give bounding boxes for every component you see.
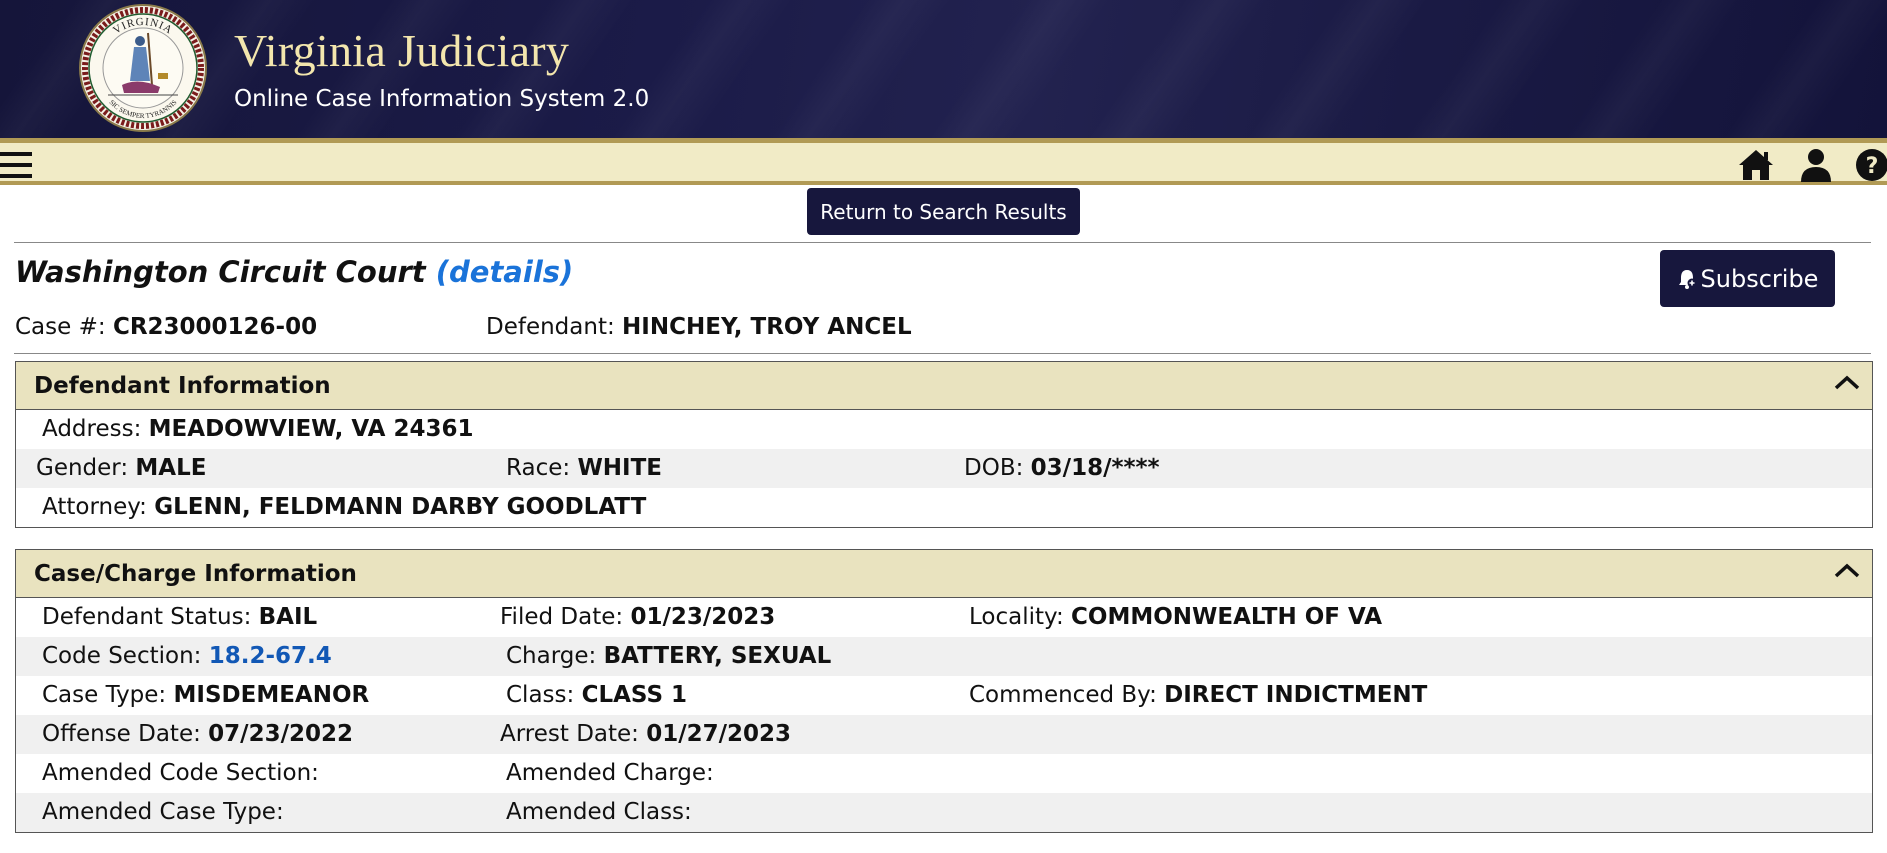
return-button-wrap: Return to Search Results	[0, 188, 1887, 235]
user-icon[interactable]	[1796, 147, 1836, 183]
amended-code-section-field: Amended Code Section:	[42, 760, 319, 786]
site-title: Virginia Judiciary	[234, 25, 570, 76]
info-row: Offense Date: 07/23/2022 Arrest Date: 01…	[16, 715, 1872, 754]
commenced-by-field: Commenced By: DIRECT INDICTMENT	[969, 682, 1427, 708]
attorney-label: Attorney:	[42, 494, 147, 520]
case-charge-information-panel: Case/Charge Information Defendant Status…	[15, 549, 1873, 833]
race-field: Race: WHITE	[506, 455, 662, 481]
race-label: Race:	[506, 455, 571, 481]
defendant-name-field: Defendant: HINCHEY, TROY ANCEL	[486, 314, 912, 340]
amended-code-section-label: Amended Code Section:	[42, 760, 319, 786]
chevron-up-icon[interactable]	[1832, 560, 1862, 582]
charge-label: Charge:	[506, 643, 597, 669]
panel-title: Defendant Information	[34, 373, 331, 399]
gender-value: MALE	[135, 455, 207, 481]
class-value: CLASS 1	[581, 682, 688, 708]
chevron-up-icon[interactable]	[1832, 372, 1862, 394]
info-row: Code Section: 18.2-67.4 Charge: BATTERY,…	[16, 637, 1872, 676]
filed-date-field: Filed Date: 01/23/2023	[500, 604, 775, 630]
offense-date-label: Offense Date:	[42, 721, 201, 747]
amended-class-field: Amended Class:	[506, 799, 692, 825]
offense-date-value: 07/23/2022	[208, 721, 353, 747]
info-row: Amended Code Section: Amended Charge:	[16, 754, 1872, 793]
hamburger-menu-icon[interactable]	[0, 152, 32, 180]
home-icon[interactable]	[1736, 147, 1776, 183]
amended-charge-label: Amended Charge:	[506, 760, 714, 786]
offense-date-field: Offense Date: 07/23/2022	[42, 721, 353, 747]
panel-title: Case/Charge Information	[34, 561, 357, 587]
commenced-by-value: DIRECT INDICTMENT	[1164, 682, 1428, 708]
dob-field: DOB: 03/18/****	[964, 455, 1160, 481]
filed-date-label: Filed Date:	[500, 604, 624, 630]
amended-charge-field: Amended Charge:	[506, 760, 714, 786]
help-icon[interactable]: ?	[1853, 147, 1887, 183]
case-type-field: Case Type: MISDEMEANOR	[42, 682, 369, 708]
court-details-link[interactable]: (details)	[436, 255, 574, 289]
divider	[14, 353, 1871, 354]
code-section-link[interactable]: 18.2-67.4	[209, 643, 332, 669]
defendant-status-field: Defendant Status: BAIL	[42, 604, 317, 630]
commenced-by-label: Commenced By:	[969, 682, 1157, 708]
attorney-field: Attorney: GLENN, FELDMANN DARBY GOODLATT	[42, 494, 646, 520]
race-value: WHITE	[577, 455, 663, 481]
case-number-value: CR23000126-00	[112, 314, 318, 340]
gender-field: Gender: MALE	[36, 455, 206, 481]
filed-date-value: 01/23/2023	[630, 604, 776, 630]
arrest-date-label: Arrest Date:	[500, 721, 639, 747]
class-label: Class:	[506, 682, 575, 708]
defendant-status-label: Defendant Status:	[42, 604, 252, 630]
return-to-search-results-button[interactable]: Return to Search Results	[807, 188, 1080, 235]
arrest-date-value: 01/27/2023	[646, 721, 792, 747]
case-charge-information-header[interactable]: Case/Charge Information	[16, 550, 1872, 598]
dob-label: DOB:	[964, 455, 1024, 481]
defendant-name-value: HINCHEY, TROY ANCEL	[622, 314, 912, 340]
address-label: Address:	[42, 416, 142, 442]
info-row: Amended Case Type: Amended Class:	[16, 793, 1872, 832]
amended-case-type-label: Amended Case Type:	[42, 799, 284, 825]
defendant-label: Defendant:	[486, 314, 615, 340]
charge-value: BATTERY, SEXUAL	[603, 643, 832, 669]
code-section-field: Code Section: 18.2-67.4	[42, 643, 332, 669]
info-row: Address: MEADOWVIEW, VA 24361	[16, 410, 1872, 449]
divider	[14, 242, 1871, 243]
nav-bar: ?	[0, 138, 1887, 185]
attorney-value: GLENN, FELDMANN DARBY GOODLATT	[154, 494, 647, 520]
address-field: Address: MEADOWVIEW, VA 24361	[42, 416, 473, 442]
locality-value: COMMONWEALTH OF VA	[1071, 604, 1383, 630]
subscribe-button[interactable]: Subscribe	[1660, 250, 1835, 307]
virginia-seal-logo: VIRGINIA SIC SEMPER TYRANNIS	[79, 4, 207, 132]
gender-label: Gender:	[36, 455, 129, 481]
info-row: Defendant Status: BAIL Filed Date: 01/23…	[16, 598, 1872, 637]
bell-plus-icon	[1678, 269, 1697, 289]
class-field: Class: CLASS 1	[506, 682, 687, 708]
subscribe-label: Subscribe	[1700, 264, 1819, 293]
court-name: Washington Circuit Court	[15, 255, 426, 289]
case-type-value: MISDEMEANOR	[173, 682, 370, 708]
code-section-label: Code Section:	[42, 643, 202, 669]
defendant-information-panel: Defendant Information Address: MEADOWVIE…	[15, 361, 1873, 528]
court-title: Washington Circuit Court (details)	[15, 255, 573, 289]
address-value: MEADOWVIEW, VA 24361	[148, 416, 474, 442]
defendant-status-value: BAIL	[258, 604, 318, 630]
amended-class-label: Amended Class:	[506, 799, 692, 825]
charge-field: Charge: BATTERY, SEXUAL	[506, 643, 831, 669]
info-row: Attorney: GLENN, FELDMANN DARBY GOODLATT	[16, 488, 1872, 527]
case-number-field: Case #: CR23000126-00	[15, 314, 317, 340]
dob-value: 03/18/****	[1030, 455, 1160, 481]
case-number-label: Case #:	[15, 314, 106, 340]
info-row: Gender: MALE Race: WHITE DOB: 03/18/****	[16, 449, 1872, 488]
amended-case-type-field: Amended Case Type:	[42, 799, 284, 825]
site-subtitle: Online Case Information System 2.0	[234, 86, 650, 112]
locality-label: Locality:	[969, 604, 1064, 630]
case-type-label: Case Type:	[42, 682, 167, 708]
site-header: VIRGINIA SIC SEMPER TYRANNIS Virginia Ju…	[0, 0, 1887, 138]
defendant-information-header[interactable]: Defendant Information	[16, 362, 1872, 410]
locality-field: Locality: COMMONWEALTH OF VA	[969, 604, 1382, 630]
info-row: Case Type: MISDEMEANOR Class: CLASS 1 Co…	[16, 676, 1872, 715]
svg-text:?: ?	[1866, 154, 1879, 179]
arrest-date-field: Arrest Date: 01/27/2023	[500, 721, 791, 747]
